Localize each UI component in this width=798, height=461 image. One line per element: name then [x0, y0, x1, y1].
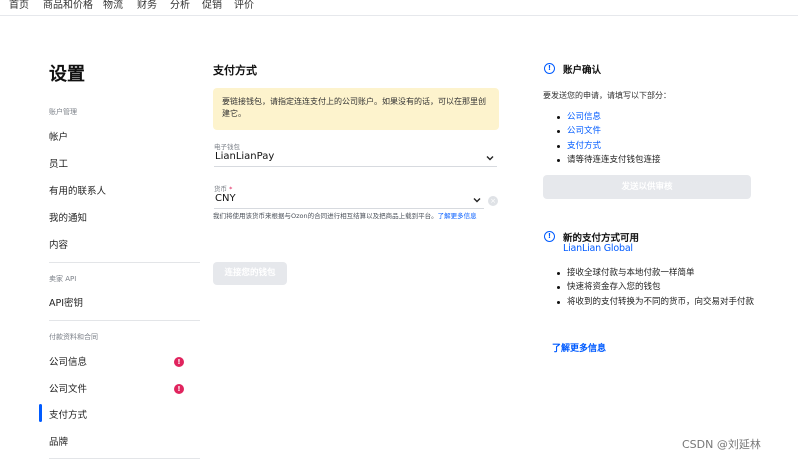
section-seller-api: 卖家 API: [49, 275, 77, 283]
wallet-select[interactable]: LianLianPay: [214, 151, 497, 167]
page-title: 设置: [49, 64, 85, 85]
checklist-company-docs-link[interactable]: 公司文件: [557, 124, 661, 138]
active-indicator: [39, 404, 42, 422]
benefits-list: 接收全球付款与本地付款一样简单 快速将资金存入您的钱包 将收到的支付转换为不同的…: [557, 266, 757, 309]
top-navigation: 首页 商品和价格 物流 财务 分析 促销 评价: [0, 0, 798, 16]
checklist-payment-method-link[interactable]: 支付方式: [557, 139, 661, 153]
new-method-title: 新的支付方式可用: [563, 233, 640, 244]
nav-reviews[interactable]: 评价: [234, 0, 254, 11]
section-account-management: 账户管理: [49, 108, 77, 116]
sidebar-item-company-docs[interactable]: 公司文件: [49, 381, 87, 395]
benefit-item: 快速将资金存入您的钱包: [557, 280, 757, 294]
benefit-item: 将收到的支付转换为不同的货币，向交易对手付款: [557, 295, 757, 309]
wallet-value: LianLianPay: [215, 151, 275, 162]
benefit-item: 接收全球付款与本地付款一样简单: [557, 266, 757, 280]
send-for-review-button[interactable]: 发送以供审核: [543, 175, 751, 199]
sidebar-item-company-info[interactable]: 公司信息: [49, 354, 87, 368]
learn-more-link[interactable]: 了解更多信息: [552, 341, 606, 354]
sidebar-item-content[interactable]: 内容: [49, 237, 68, 251]
info-icon: !: [544, 231, 555, 242]
sidebar-item-contacts[interactable]: 有用的联系人: [49, 183, 106, 197]
currency-select[interactable]: CNY: [214, 193, 484, 209]
sidebar-item-payment-method[interactable]: 支付方式: [49, 407, 87, 421]
sidebar-divider: [49, 320, 200, 321]
lianlian-logo: LianLian Global: [563, 243, 633, 254]
nav-analytics[interactable]: 分析: [170, 0, 190, 11]
confirm-intro: 要发送您的申请，请填写以下部分：: [543, 91, 671, 100]
section-title: 支付方式: [213, 64, 257, 77]
nav-finance[interactable]: 财务: [137, 0, 157, 11]
watermark: CSDN @刘延林: [682, 438, 761, 451]
warning-notice: 要链接钱包，请指定连连支付上的公司账户。如果没有的话，可以在那里创建它。: [213, 88, 499, 130]
chevron-down-icon: [473, 198, 481, 203]
learn-more-link[interactable]: 了解更多信息: [438, 212, 477, 220]
sidebar-item-notifications[interactable]: 我的通知: [49, 210, 87, 224]
checklist-company-info-link[interactable]: 公司信息: [557, 110, 661, 124]
sidebar-item-employees[interactable]: 员工: [49, 156, 68, 170]
chevron-down-icon: [486, 156, 494, 161]
nav-products[interactable]: 商品和价格: [43, 0, 93, 11]
currency-label: 货币 *: [214, 185, 233, 193]
connect-wallet-button[interactable]: 连接您的钱包: [213, 262, 287, 285]
warning-badge-icon: !: [174, 357, 184, 367]
currency-value: CNY: [215, 193, 236, 204]
currency-hint: 我们将使用该货币来根据与Ozon的合同进行相互结算以及把商品上载到平台。了解更多…: [213, 212, 477, 220]
sidebar-item-brand[interactable]: 品牌: [49, 434, 68, 448]
confirm-checklist: 公司信息 公司文件 支付方式 请等待连连支付钱包连接: [557, 110, 661, 167]
nav-home[interactable]: 首页: [9, 0, 29, 11]
nav-logistics[interactable]: 物流: [103, 0, 123, 11]
nav-promotions[interactable]: 促销: [202, 0, 222, 11]
info-icon: !: [544, 63, 555, 74]
section-payment-contracts: 付款资料和合同: [49, 333, 98, 341]
sidebar-divider: [49, 262, 200, 263]
sidebar-item-account[interactable]: 帐户: [49, 129, 68, 143]
warning-badge-icon: !: [174, 384, 184, 394]
sidebar-divider: [49, 458, 200, 459]
sidebar-item-api-keys[interactable]: API密钥: [49, 295, 83, 309]
clear-icon[interactable]: ×: [488, 196, 498, 206]
wallet-label: 电子钱包: [214, 143, 240, 151]
confirm-title: 账户确认: [563, 65, 602, 76]
checklist-wait-wallet: 请等待连连支付钱包连接: [557, 153, 661, 167]
